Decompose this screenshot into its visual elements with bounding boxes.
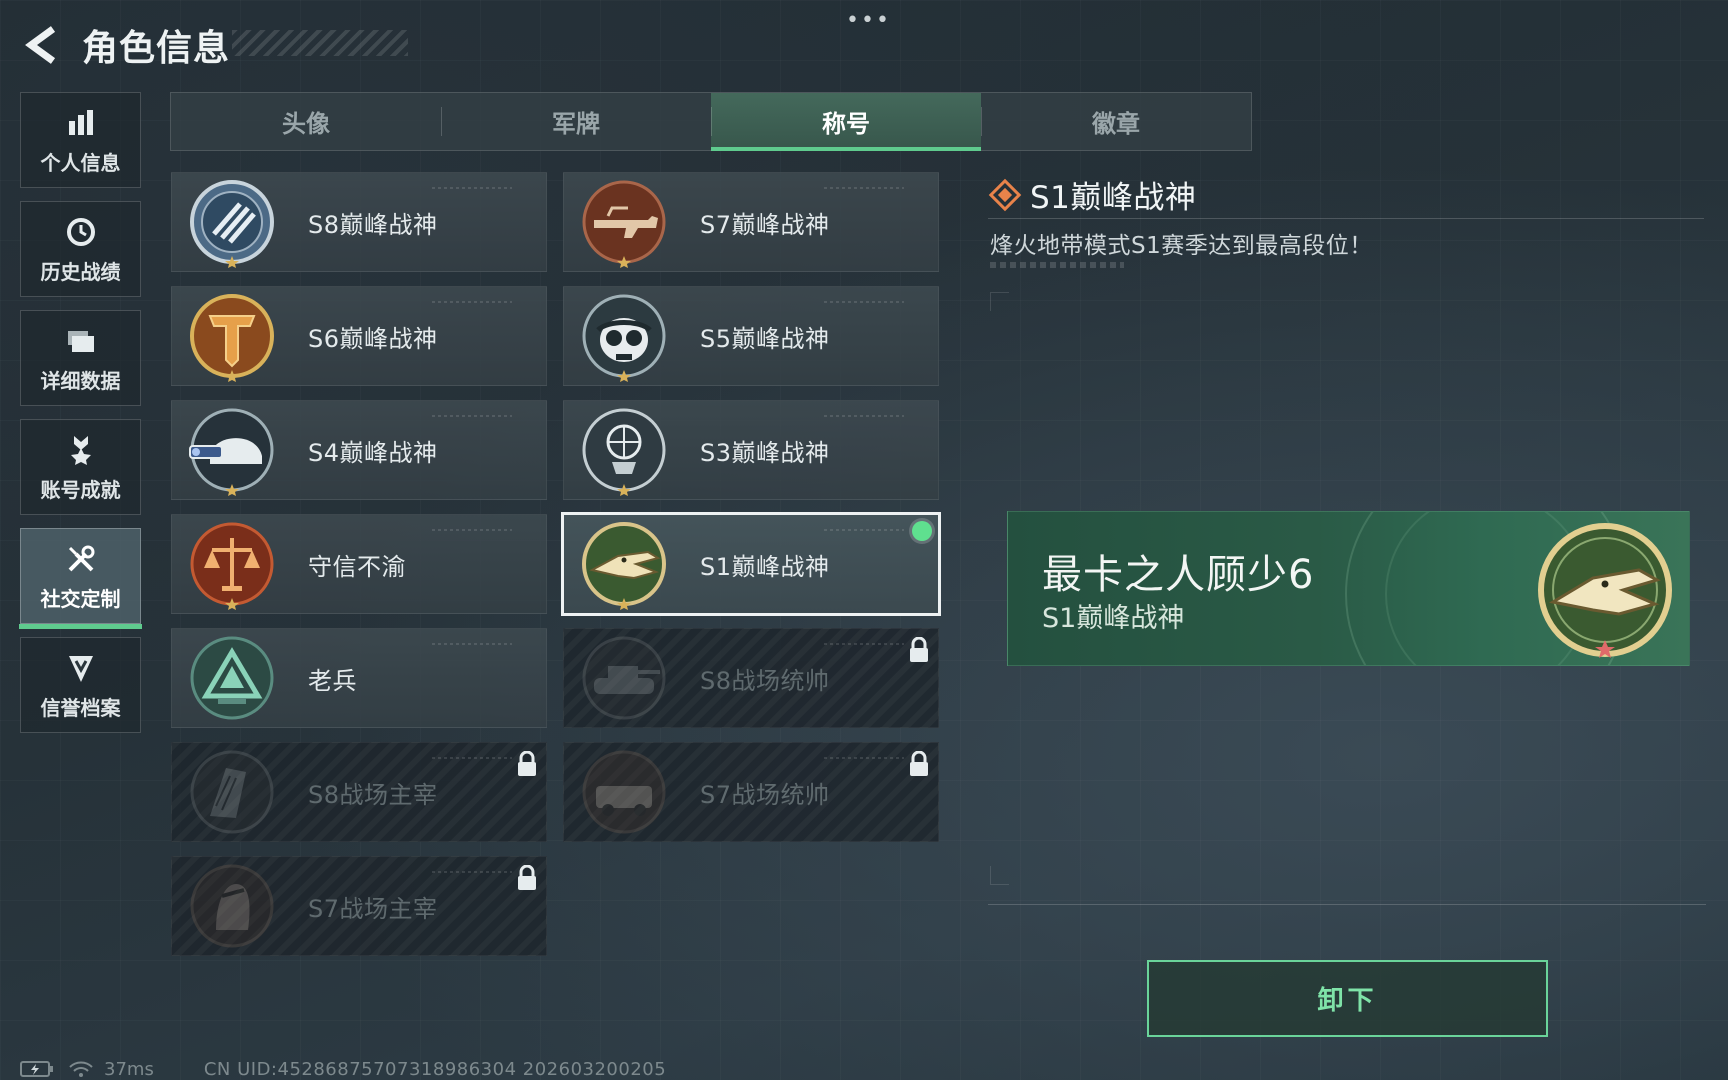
medal-stripes-icon [186, 176, 278, 268]
title-card-s8-peak[interactable]: S8巅峰战神 [171, 172, 547, 272]
title-card-s4-peak[interactable]: S4巅峰战神 [171, 400, 547, 500]
title-decoration [232, 30, 408, 56]
nav-label: 历史战绩 [40, 259, 121, 284]
medal-globe-icon [578, 404, 670, 496]
status-bar: 37ms CN UID:4528687570731898630‌4 202603… [20, 1058, 666, 1080]
medal-soldier-icon [186, 860, 278, 952]
nav-label: 详细数据 [40, 368, 121, 393]
header: 角色信息 [20, 20, 230, 70]
title-card-label: S7战场主宰 [308, 894, 438, 923]
nav-label: 信誉档案 [40, 695, 121, 720]
title-card-label: S5巅峰战神 [700, 324, 830, 353]
title-card-label: S8巅峰战神 [308, 210, 438, 239]
battery-icon [20, 1061, 53, 1077]
detail-decoration [990, 262, 1124, 268]
medal-crocodile-large-icon [1535, 520, 1675, 660]
title-card-label: 老兵 [308, 666, 357, 695]
achievement-icon [63, 432, 99, 468]
title-card-keep-promise[interactable]: 守信不渝 [171, 514, 547, 614]
tab-avatar[interactable]: 头像 [171, 93, 441, 150]
divider [988, 904, 1706, 905]
page-title: 角色信息 [82, 28, 231, 69]
medal-scales-icon [186, 518, 278, 610]
wifi-icon [69, 1061, 93, 1077]
lock-icon [518, 751, 536, 776]
back-arrow-icon [25, 26, 56, 64]
banner-title: S1巅峰战神 [1042, 603, 1185, 634]
history-icon [63, 214, 99, 250]
tools-icon [63, 541, 99, 577]
nav-label: 账号成就 [40, 477, 121, 502]
title-card-s6-peak[interactable]: S6巅峰战神 [171, 286, 547, 386]
title-card-label: S6巅峰战神 [308, 324, 438, 353]
medal-rifle-icon [578, 176, 670, 268]
medal-helmet-icon [186, 404, 278, 496]
nav-item-social-custom[interactable]: 社交定制 [19, 528, 142, 629]
title-card-label: S7战场统帅 [700, 780, 830, 809]
title-card-s1-peak[interactable]: S1巅峰战神 [561, 512, 941, 616]
tab-title[interactable]: 称号 [711, 93, 981, 151]
nav-item-profile[interactable]: 个人信息 [20, 92, 141, 188]
title-preview-banner: 最卡之人顾少6 S1巅峰战神 [1007, 511, 1690, 666]
title-card-label: S8战场主宰 [308, 780, 438, 809]
medal-t-emblem-icon [186, 290, 278, 382]
category-tabs: 头像 军牌 称号 徽章 [170, 92, 1252, 151]
title-card-s8-dominator[interactable]: S8战场主宰 [171, 742, 547, 842]
unequip-button[interactable]: 卸下 [1147, 960, 1548, 1037]
detail-description: 烽火地带模式S1赛季达到最高段位！ [990, 233, 1373, 259]
frame-corner [990, 866, 1009, 885]
lock-icon [910, 751, 928, 776]
nav-label: 社交定制 [40, 586, 121, 611]
medal-building-icon [186, 746, 278, 838]
title-card-label: 守信不渝 [308, 552, 406, 581]
equipped-indicator [912, 521, 932, 541]
ping-value: 37ms [104, 1058, 154, 1080]
title-card-label: S4巅峰战神 [308, 438, 438, 467]
title-card-s7-commander[interactable]: S7战场统帅 [563, 742, 939, 842]
detail-header: S1巅峰战神 [988, 172, 1196, 217]
title-card-veteran[interactable]: 老兵 [171, 628, 547, 728]
title-card-s7-peak[interactable]: S7巅峰战神 [563, 172, 939, 272]
detail-title: S1巅峰战神 [1030, 180, 1197, 216]
folder-icon [63, 323, 99, 359]
side-nav: 个人信息 历史战绩 详细数据 账号成就 社交定制 信誉档案 [19, 92, 143, 746]
more-options-icon[interactable]: ••• [846, 8, 891, 33]
medal-triangle-icon [186, 632, 278, 724]
shield-v-icon [63, 650, 99, 686]
nav-label: 个人信息 [40, 150, 121, 175]
frame-corner [990, 292, 1009, 311]
title-card-label: S3巅峰战神 [700, 438, 830, 467]
bar-chart-icon [63, 105, 99, 141]
nav-item-achievements[interactable]: 账号成就 [20, 419, 141, 515]
medal-tank-icon [578, 632, 670, 724]
tab-dogtag[interactable]: 军牌 [441, 93, 711, 150]
divider [988, 218, 1704, 219]
title-card-s3-peak[interactable]: S3巅峰战神 [563, 400, 939, 500]
lock-icon [910, 637, 928, 662]
title-card-label: S7巅峰战神 [700, 210, 830, 239]
diamond-icon [988, 178, 1022, 211]
player-name: 最卡之人顾少6 [1042, 552, 1315, 598]
medal-vehicle-icon [578, 746, 670, 838]
medal-crocodile-icon [578, 518, 670, 610]
user-uid: CN UID:4528687570731898630‌4 20260320020… [203, 1058, 667, 1080]
title-card-s8-commander[interactable]: S8战场统帅 [563, 628, 939, 728]
title-card-s5-peak[interactable]: S5巅峰战神 [563, 286, 939, 386]
tab-badge[interactable]: 徽章 [981, 93, 1251, 150]
nav-item-history[interactable]: 历史战绩 [20, 201, 141, 297]
title-card-s7-dominator[interactable]: S7战场主宰 [171, 856, 547, 956]
medal-skull-icon [578, 290, 670, 382]
title-card-label: S1巅峰战神 [700, 552, 830, 581]
lock-icon [518, 865, 536, 890]
nav-item-details[interactable]: 详细数据 [20, 310, 141, 406]
nav-item-reputation[interactable]: 信誉档案 [20, 637, 141, 733]
title-card-label: S8战场统帅 [700, 666, 830, 695]
back-button[interactable] [20, 24, 62, 66]
